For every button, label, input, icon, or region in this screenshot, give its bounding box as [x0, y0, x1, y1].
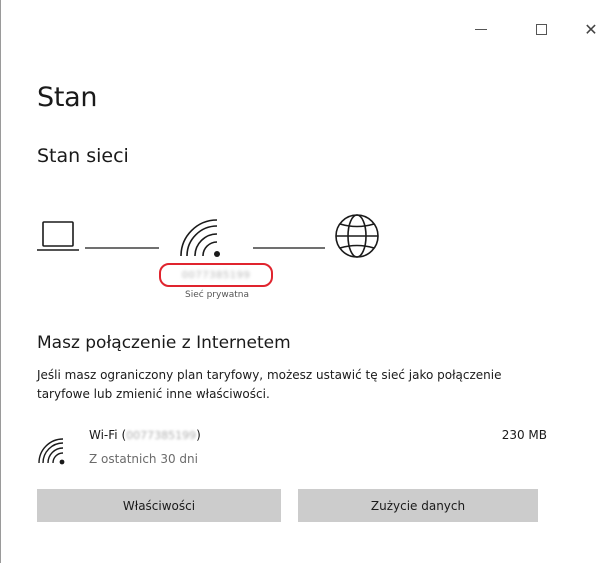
- wifi-icon: [180, 219, 220, 257]
- connection-status-heading: Masz połączenie z Internetem: [37, 333, 291, 353]
- maximize-icon: [535, 23, 547, 35]
- settings-window: ✕ Stan Stan sieci 0077385199 Sieć prywat…: [0, 0, 611, 563]
- globe-icon: [335, 214, 379, 258]
- properties-button[interactable]: Właściwości: [37, 489, 281, 522]
- wifi-usage-period: Z ostatnich 30 dni: [89, 452, 198, 466]
- network-name: 0077385199: [181, 269, 251, 281]
- maximize-button[interactable]: [521, 14, 561, 44]
- title-bar: ✕: [1, 0, 611, 60]
- wifi-data-usage: 230 MB: [501, 428, 547, 442]
- page-title: Stan: [37, 82, 98, 113]
- wifi-label-suffix: ): [196, 428, 201, 442]
- wifi-connection-name: Wi-Fi (0077385199): [89, 428, 201, 442]
- network-name-highlight: 0077385199: [159, 263, 273, 287]
- wifi-network-name: 0077385199: [126, 429, 197, 442]
- section-title: Stan sieci: [37, 145, 129, 167]
- laptop-icon: [37, 221, 79, 251]
- network-type-label: Sieć prywatna: [185, 290, 249, 300]
- minimize-button[interactable]: [461, 14, 501, 44]
- close-button[interactable]: ✕: [571, 14, 611, 44]
- wifi-label-prefix: Wi-Fi (: [89, 428, 127, 442]
- data-usage-button[interactable]: Zużycie danych: [298, 489, 538, 522]
- connection-description: Jeśli masz ograniczony plan taryfowy, mo…: [37, 368, 502, 401]
- wifi-connection-row: Wi-Fi (0077385199) Z ostatnich 30 dni 23…: [37, 427, 547, 473]
- close-icon: ✕: [584, 19, 598, 39]
- minimize-icon: [475, 28, 487, 30]
- wifi-icon: [38, 438, 65, 465]
